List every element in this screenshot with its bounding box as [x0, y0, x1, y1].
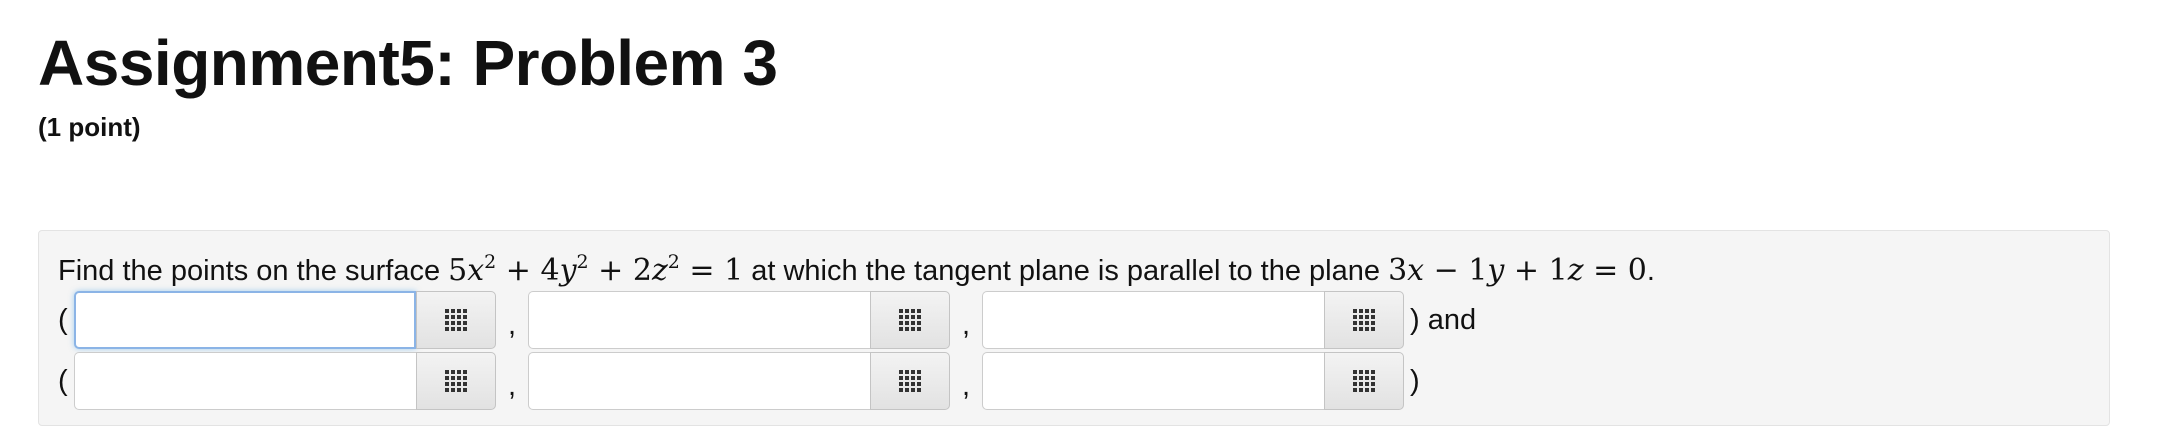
- answer-1-x: [74, 291, 496, 349]
- equation-editor-button[interactable]: [416, 291, 496, 349]
- equation-editor-button[interactable]: [870, 291, 950, 349]
- answer-1-y-input[interactable]: [528, 291, 870, 349]
- comma-separator: ,: [961, 369, 971, 402]
- answer-row-2: ( , , ): [58, 352, 1420, 410]
- answer-2-x: [74, 352, 496, 410]
- answer-1-x-input[interactable]: [74, 291, 416, 349]
- grid-icon: [1353, 370, 1375, 392]
- grid-icon: [899, 370, 921, 392]
- surface-equation: 5x2 + 4y2 + 2z2 = 1: [448, 251, 744, 289]
- point-value: (1 point): [38, 112, 141, 142]
- grid-icon: [445, 309, 467, 331]
- equation-editor-button[interactable]: [416, 352, 496, 410]
- answer-2-y-input[interactable]: [528, 352, 870, 410]
- comma-separator: ,: [507, 369, 517, 402]
- comma-separator: ,: [507, 308, 517, 341]
- answer-2-y: [528, 352, 950, 410]
- answer-2-z: [982, 352, 1404, 410]
- grid-icon: [899, 309, 921, 331]
- equation-editor-button[interactable]: [1324, 352, 1404, 410]
- answer-1-z-input[interactable]: [982, 291, 1324, 349]
- statement-text-end: .: [1646, 255, 1655, 287]
- answer-2-z-input[interactable]: [982, 352, 1324, 410]
- problem-statement: Find the points on the surface 5x2 + 4y2…: [58, 251, 1655, 291]
- comma-separator: ,: [961, 308, 971, 341]
- answer-row-1: ( , , ) and: [58, 291, 1476, 349]
- answer-1-y: [528, 291, 950, 349]
- open-paren: (: [58, 364, 68, 397]
- row-2-trailing-text: ): [1410, 364, 1420, 397]
- equation-editor-button[interactable]: [1324, 291, 1404, 349]
- grid-icon: [445, 370, 467, 392]
- answer-2-x-input[interactable]: [74, 352, 416, 410]
- answer-1-z: [982, 291, 1404, 349]
- plane-equation: 3x − 1y + 1z = 0: [1388, 253, 1647, 288]
- page-title: Assignment5: Problem 3: [38, 27, 778, 99]
- statement-text-middle: at which the tangent plane is parallel t…: [743, 255, 1389, 287]
- problem-panel: Find the points on the surface 5x2 + 4y2…: [38, 230, 2110, 426]
- grid-icon: [1353, 309, 1375, 331]
- open-paren: (: [58, 303, 68, 336]
- equation-editor-button[interactable]: [870, 352, 950, 410]
- statement-text-before: Find the points on the surface: [58, 255, 449, 287]
- row-1-trailing-text: ) and: [1410, 303, 1477, 336]
